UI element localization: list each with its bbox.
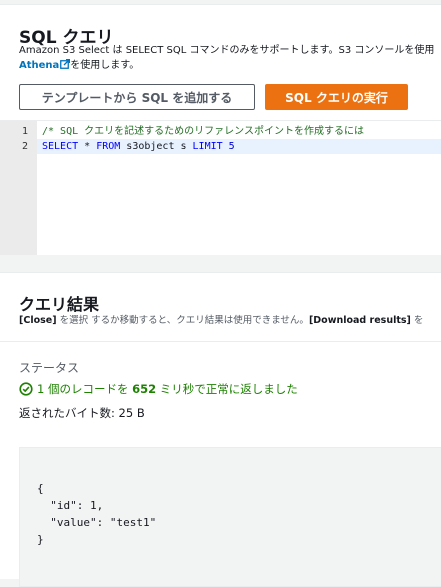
- query-results-panel: クエリ結果 [Close] を選択 するか移動すると、クエリ結果は使用できません…: [0, 272, 441, 587]
- run-sql-query-button[interactable]: SQL クエリの実行: [265, 84, 408, 110]
- sql-query-panel: SQL クエリ Amazon S3 Select は SELECT SQL コマ…: [0, 4, 441, 255]
- bytes-returned: 返されたバイト数: 25 B: [19, 406, 145, 420]
- close-keyword: [Close]: [19, 315, 57, 326]
- editor-gutter: 1 2: [0, 121, 37, 255]
- line-number: 2: [21, 141, 28, 152]
- sql-editor[interactable]: 1 2 /* SQL クエリを記述するためのリファレンスポイントを作成するには …: [0, 120, 441, 255]
- status-ms-value: 652: [132, 382, 157, 396]
- sql-description-line2: Athena を使用します。: [19, 58, 139, 73]
- status-label: ステータス: [19, 361, 80, 375]
- desc-text: を: [410, 315, 424, 326]
- add-sql-from-template-button[interactable]: テンプレートから SQL を追加する: [19, 84, 255, 110]
- desc-text: を選択 するか移動すると、クエリ結果は使用できません。: [56, 315, 309, 326]
- sql-description-line1: Amazon S3 Select は SELECT SQL コマンドのみをサポー…: [19, 45, 435, 56]
- divider: [0, 341, 441, 342]
- athena-link[interactable]: Athena: [19, 60, 59, 71]
- query-results-description: [Close] を選択 するか移動すると、クエリ結果は使用できません。[Down…: [19, 313, 423, 328]
- result-output-box: { "id": 1, "value": "test1" }: [19, 447, 441, 587]
- check-circle-icon: [19, 382, 33, 396]
- status-message: 1 個のレコードを 652 ミリ秒で正常に返しました: [19, 381, 298, 397]
- line-number: 1: [21, 126, 28, 137]
- download-results-keyword: [Download results]: [308, 315, 411, 326]
- sql-keyword-limit: LIMIT: [192, 141, 223, 152]
- status-text-suffix: ミリ秒で正常に返しました: [156, 382, 298, 396]
- code-line-comment[interactable]: /* SQL クエリを記述するためのリファレンスポイントを作成するには: [37, 124, 441, 139]
- sql-keyword-select: SELECT: [42, 141, 79, 152]
- status-text-prefix: 1 個のレコードを: [37, 382, 133, 396]
- external-link-icon[interactable]: [60, 59, 71, 69]
- description-suffix: を使用します。: [70, 60, 140, 71]
- sql-keyword-from: FROM: [96, 141, 121, 152]
- code-line-query[interactable]: SELECT * FROM s3object s LIMIT 5: [37, 139, 441, 154]
- sql-token: s3object s: [120, 141, 193, 152]
- sql-token: *: [78, 141, 97, 152]
- query-results-title: クエリ結果: [19, 295, 100, 314]
- sql-limit-value: 5: [228, 141, 235, 152]
- result-json: { "id": 1, "value": "test1" }: [37, 482, 157, 546]
